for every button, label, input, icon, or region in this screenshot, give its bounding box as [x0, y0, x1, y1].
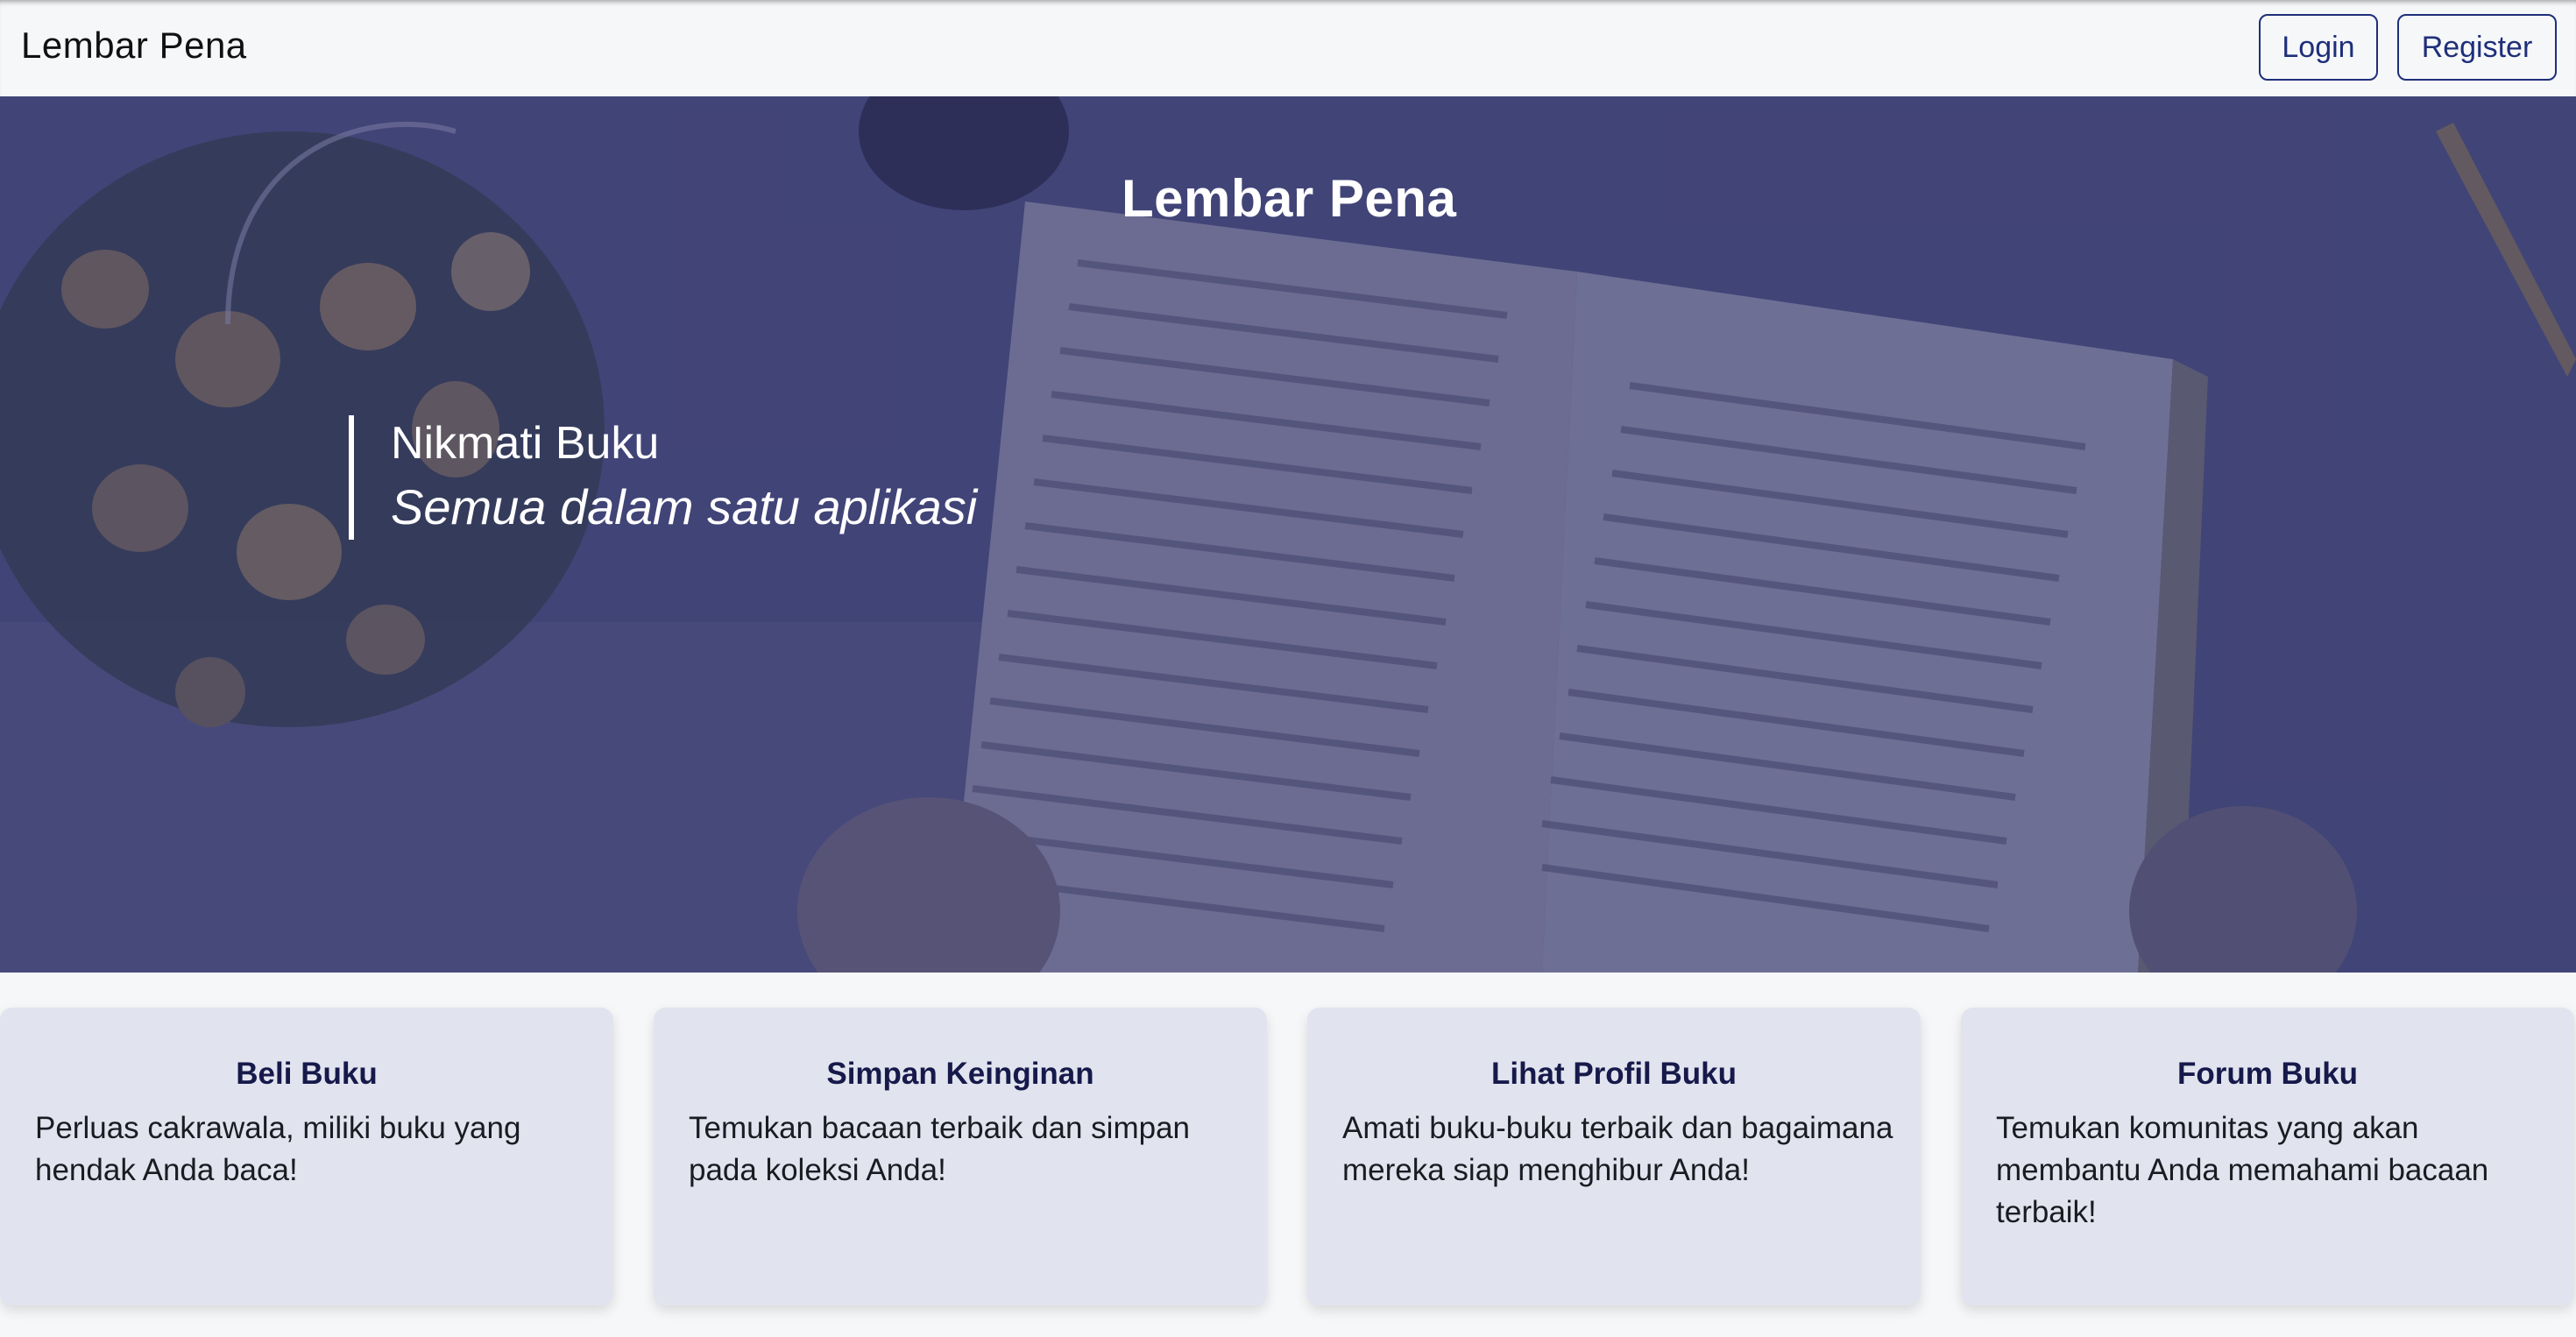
- feature-card-text: Temukan komunitas yang akan membantu And…: [1996, 1111, 2489, 1229]
- feature-card-beli-buku: Beli Buku Perluas cakrawala, miliki buku…: [0, 1008, 613, 1305]
- brand-logo-text[interactable]: Lembar Pena: [21, 25, 247, 67]
- feature-card-title: Forum Buku: [2176, 1057, 2359, 1091]
- feature-card-text: Temukan bacaan terbaik dan simpan pada k…: [689, 1111, 1191, 1187]
- tagline-accent-bar: [349, 415, 354, 540]
- feature-card-text: Perluas cakrawala, miliki buku yang hend…: [35, 1111, 521, 1187]
- feature-card-lihat-profil-buku: Lihat Profil Buku Amati buku-buku terbai…: [1307, 1008, 1921, 1305]
- feature-card-title: Simpan Keinginan: [826, 1057, 1094, 1091]
- navbar: Lembar Pena Login Register: [0, 0, 2576, 96]
- feature-card-title: Lihat Profil Buku: [1491, 1057, 1737, 1091]
- hero-tagline-primary: Nikmati Buku: [391, 418, 660, 469]
- hero-tagline-secondary: Semua dalam satu aplikasi: [391, 479, 978, 534]
- feature-card-text: Amati buku-buku terbaik dan bagaimana me…: [1342, 1111, 1893, 1187]
- hero-banner: Lembar Pena Nikmati Buku Semua dalam sat…: [0, 96, 2576, 973]
- register-button[interactable]: Register: [2397, 14, 2557, 81]
- feature-card-forum-buku: Forum Buku Temukan komunitas yang akan m…: [1961, 1008, 2574, 1305]
- login-button[interactable]: Login: [2259, 14, 2378, 81]
- hero-title: Lembar Pena: [1122, 169, 1457, 228]
- feature-card-simpan-keinginan: Simpan Keinginan Temukan bacaan terbaik …: [654, 1008, 1267, 1305]
- feature-card-title: Beli Buku: [236, 1057, 378, 1091]
